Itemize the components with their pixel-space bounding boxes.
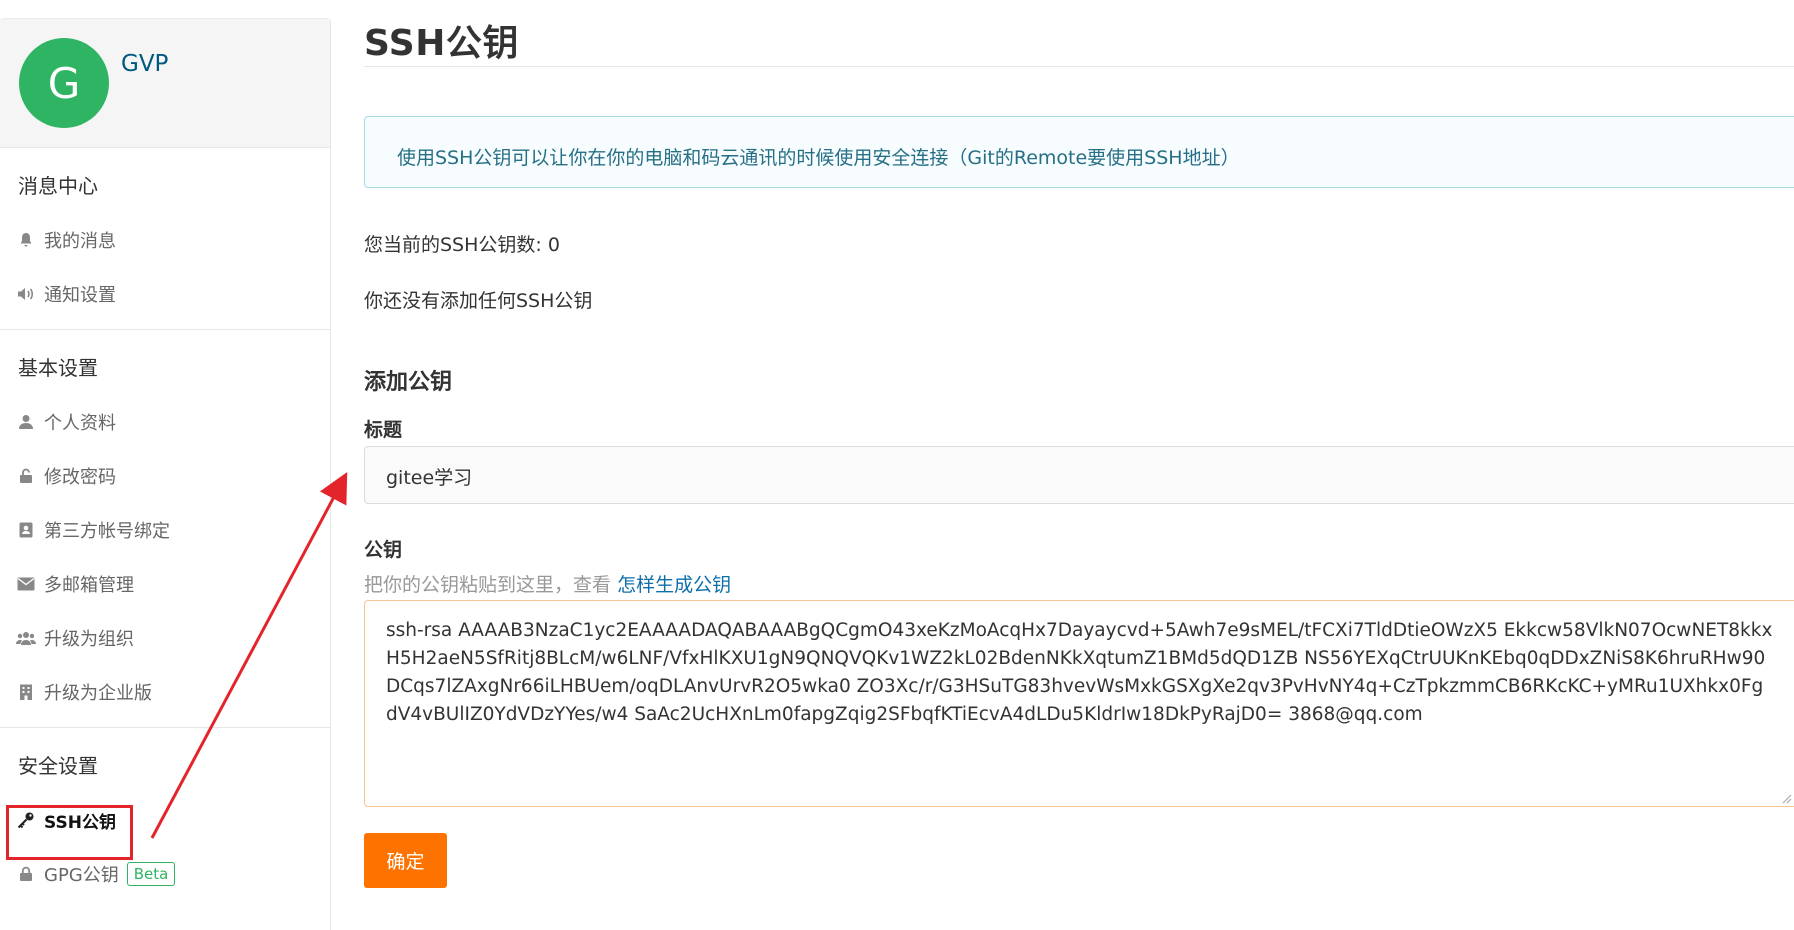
highlight-box: [6, 805, 133, 860]
resize-grip-icon[interactable]: [1780, 792, 1792, 804]
group-title: 消息中心: [18, 174, 98, 198]
building-icon: [16, 682, 36, 702]
add-key-heading: 添加公钥: [364, 370, 453, 395]
sidebar-item-my-messages[interactable]: 我的消息: [0, 213, 330, 267]
sidebar-item-change-password[interactable]: 修改密码: [0, 449, 330, 503]
key-title-input[interactable]: gitee学习: [364, 446, 1794, 504]
sidebar-item-label: 个人资料: [44, 413, 116, 434]
sidebar-item-emails[interactable]: 多邮箱管理: [0, 557, 330, 611]
sidebar-item-label: GPG公钥: [44, 865, 119, 886]
group-title: 基本设置: [18, 356, 98, 380]
volume-icon: [16, 284, 36, 304]
avatar[interactable]: G: [19, 38, 109, 128]
sidebar-item-third-party[interactable]: 第三方帐号绑定: [0, 503, 330, 557]
hint-text: 把你的公钥粘贴到这里，查看: [364, 574, 612, 596]
contact-card-icon: [16, 520, 36, 540]
sidebar-item-profile[interactable]: 个人资料: [0, 395, 330, 449]
title-divider: [364, 66, 1794, 67]
public-key-hint: 把你的公钥粘贴到这里，查看 怎样生成公钥: [364, 570, 731, 597]
settings-sidebar: G GVP 消息中心 我的消息 通知设置 基本设置 个人资料 修改密码 第三方帐…: [0, 18, 331, 930]
envelope-icon: [16, 574, 36, 594]
lock-icon: [16, 864, 36, 884]
user-icon: [16, 412, 36, 432]
sidebar-item-upgrade-enterprise[interactable]: 升级为企业版: [0, 665, 330, 719]
public-key-textarea[interactable]: ssh-rsa AAAAB3NzaC1yc2EAAAADAQABAAABgQCg…: [364, 600, 1794, 807]
beta-badge: Beta: [126, 862, 176, 886]
sidebar-item-label: 升级为组织: [44, 629, 134, 650]
sidebar-item-label: 多邮箱管理: [44, 575, 134, 596]
bell-icon: [16, 230, 36, 250]
main-content: SSH公钥 使用SSH公钥可以让你在你的电脑和码云通讯的时候使用安全连接（Git…: [364, 0, 1794, 930]
ssh-key-settings-page: G GVP 消息中心 我的消息 通知设置 基本设置 个人资料 修改密码 第三方帐…: [0, 0, 1794, 930]
sidebar-item-label: 修改密码: [44, 467, 116, 488]
sidebar-item-label: 第三方帐号绑定: [44, 521, 170, 542]
group-basic: 基本设置 个人资料 修改密码 第三方帐号绑定 多邮箱管理 升级为组织 升级为企业…: [0, 330, 330, 728]
submit-button[interactable]: 确定: [364, 833, 447, 888]
sidebar-item-label: 升级为企业版: [44, 683, 152, 704]
username-link[interactable]: GVP: [121, 51, 168, 77]
sidebar-item-label: 通知设置: [44, 285, 116, 306]
title-label: 标题: [364, 419, 403, 441]
info-message: 使用SSH公钥可以让你在你的电脑和码云通讯的时候使用安全连接（Git的Remot…: [364, 116, 1794, 188]
empty-state-text: 你还没有添加任何SSH公钥: [364, 290, 593, 312]
key-count-text: 您当前的SSH公钥数: 0: [364, 234, 560, 256]
group-messages: 消息中心 我的消息 通知设置: [0, 148, 330, 330]
sidebar-item-notification-settings[interactable]: 通知设置: [0, 267, 330, 321]
how-to-generate-link[interactable]: 怎样生成公钥: [617, 574, 731, 596]
page-title: SSH公钥: [364, 23, 519, 64]
sidebar-item-label: 我的消息: [44, 231, 116, 252]
unlock-icon: [16, 466, 36, 486]
group-title: 安全设置: [18, 754, 98, 778]
public-key-value: ssh-rsa AAAAB3NzaC1yc2EAAAADAQABAAABgQCg…: [386, 620, 1773, 725]
public-key-label: 公钥: [364, 539, 403, 561]
sidebar-item-upgrade-org[interactable]: 升级为组织: [0, 611, 330, 665]
profile-header: G GVP: [0, 19, 330, 148]
users-icon: [16, 628, 36, 648]
